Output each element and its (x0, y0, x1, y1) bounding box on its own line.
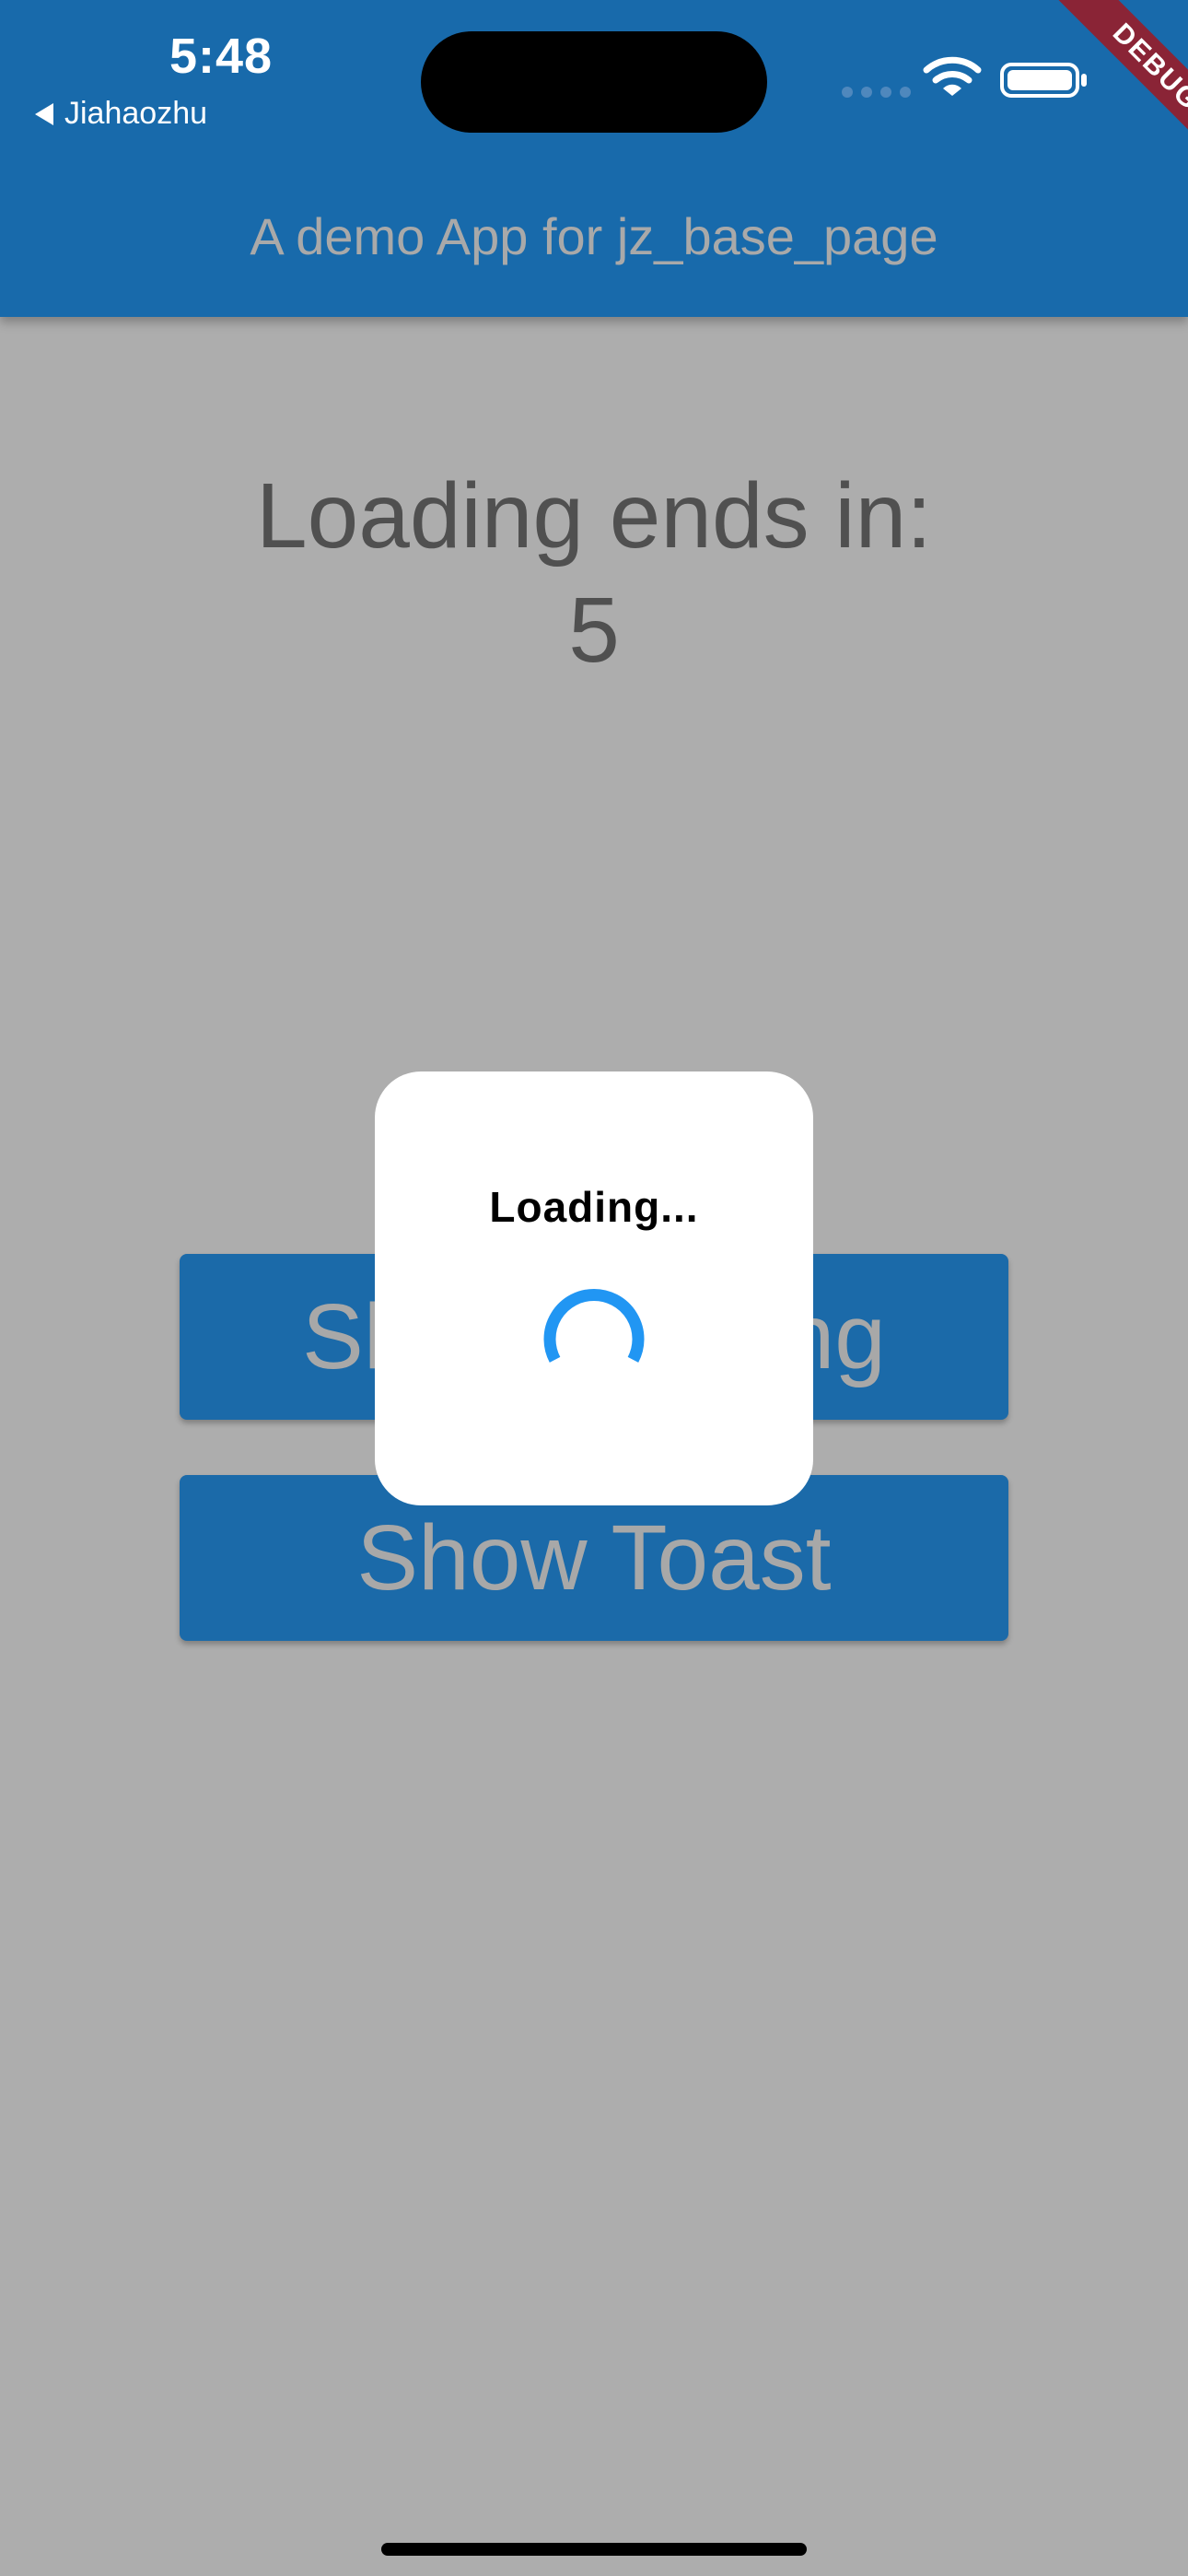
app-bar: 5:48 Jiahaozhu A demo App for jz_base_pa… (0, 0, 1188, 317)
battery-cap (1081, 74, 1087, 87)
countdown-label: Loading ends in: (256, 464, 932, 568)
countdown: Loading ends in: 5 (0, 459, 1188, 687)
app-bar-title: A demo App for jz_base_page (250, 207, 938, 265)
back-to-app-link[interactable]: Jiahaozhu (35, 96, 207, 132)
wifi-icon (923, 56, 982, 96)
status-time: 5:48 (169, 29, 274, 84)
battery-icon (1000, 63, 1079, 98)
back-app-label: Jiahaozhu (64, 96, 208, 131)
loading-text: Loading... (489, 1183, 699, 1231)
spinner-icon (543, 1289, 645, 1363)
loading-dialog: Loading... (375, 1071, 813, 1505)
home-indicator[interactable] (381, 2543, 807, 2556)
back-arrow-icon (35, 102, 53, 125)
countdown-value: 5 (568, 579, 620, 682)
dynamic-island (421, 31, 767, 133)
signal-icon (842, 87, 911, 98)
